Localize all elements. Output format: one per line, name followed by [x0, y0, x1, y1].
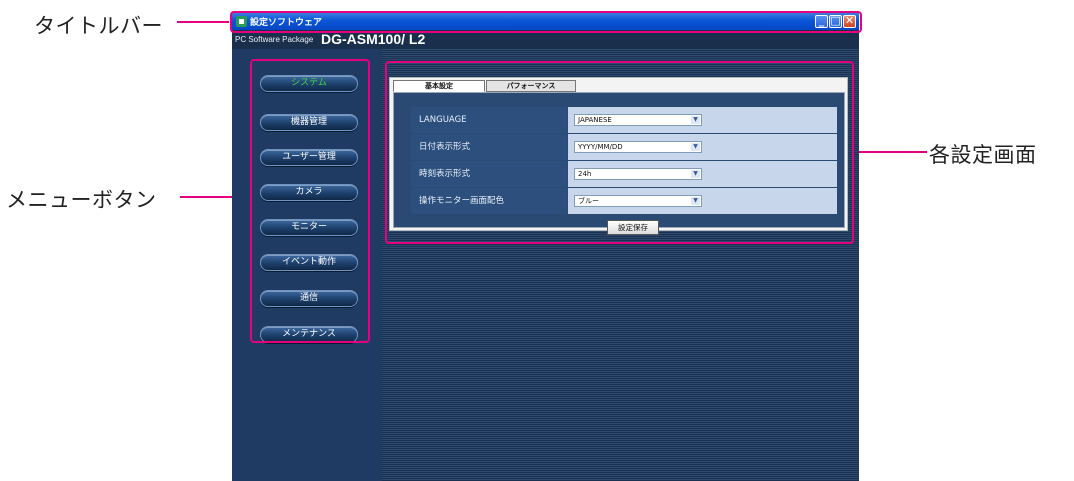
menu-button-system[interactable]: システム	[260, 75, 358, 92]
window-title: 設定ソフトウェア	[250, 18, 323, 28]
tab-basic-settings[interactable]: 基本設定	[393, 80, 485, 92]
callout-menu-buttons: メニューボタン	[6, 188, 157, 212]
annotated-screenshot: { "callouts": { "titlebar": "タイトルバー", "m…	[0, 0, 1074, 481]
setting-label: 時刻表示形式	[411, 161, 567, 187]
leader-titlebar	[177, 21, 229, 23]
chevron-down-icon: ▼	[691, 170, 700, 178]
setting-row-language: LANGUAGE JAPANESE ▼	[411, 107, 837, 133]
menu-button-event-action[interactable]: イベント動作	[260, 254, 358, 271]
menu-button-monitor[interactable]: モニター	[260, 219, 358, 236]
close-icon: ✕	[844, 14, 855, 27]
sidebar: システム 機器管理 ユーザー管理 カメラ モニター イベント動作 通信 メンテナ…	[232, 49, 382, 481]
callout-settings-screen: 各設定画面	[929, 143, 1037, 167]
app-window: 設定ソフトウェア _ □ ✕ PC Software Package DG-AS…	[232, 13, 859, 481]
chevron-down-icon: ▼	[691, 143, 700, 151]
monitor-color-select[interactable]: ブルー ▼	[574, 195, 702, 207]
setting-label: 日付表示形式	[411, 134, 567, 160]
settings-form: LANGUAGE JAPANESE ▼ 日付表示形式 YYYY/MM/DD ▼ 時刻…	[393, 92, 845, 235]
package-label: PC Software Package	[235, 35, 314, 44]
content-area: 基本設定 パフォーマンス LANGUAGE JAPANESE ▼ 日付表示形式 Y…	[382, 49, 859, 481]
maximize-icon: □	[830, 14, 841, 27]
settings-panel: 基本設定 パフォーマンス LANGUAGE JAPANESE ▼ 日付表示形式 Y…	[389, 77, 848, 235]
setting-row-time-format: 時刻表示形式 24h ▼	[411, 161, 837, 187]
minimize-icon: _	[818, 14, 825, 27]
date-format-select[interactable]: YYYY/MM/DD ▼	[574, 141, 702, 153]
setting-row-monitor-color: 操作モニター画面配色 ブルー ▼	[411, 188, 837, 214]
product-header: PC Software Package DG-ASM100/ L2	[232, 30, 859, 49]
chevron-down-icon: ▼	[691, 197, 700, 205]
menu-button-maintenance[interactable]: メンテナンス	[260, 326, 358, 343]
menu-button-device-management[interactable]: 機器管理	[260, 114, 358, 131]
chevron-down-icon: ▼	[691, 116, 700, 124]
model-name: DG-ASM100/ L2	[321, 31, 426, 47]
tab-performance[interactable]: パフォーマンス	[486, 80, 576, 92]
setting-label: 操作モニター画面配色	[411, 188, 567, 214]
menu-button-communication[interactable]: 通信	[260, 290, 358, 307]
setting-label: LANGUAGE	[411, 107, 567, 133]
callout-titlebar: タイトルバー	[34, 14, 163, 38]
maximize-button[interactable]: □	[829, 14, 842, 28]
save-settings-button[interactable]: 設定保存	[607, 220, 659, 235]
titlebar[interactable]: 設定ソフトウェア _ □ ✕	[232, 13, 859, 30]
close-button[interactable]: ✕	[843, 14, 856, 28]
language-select[interactable]: JAPANESE ▼	[574, 114, 702, 126]
app-icon	[236, 16, 247, 27]
setting-row-date-format: 日付表示形式 YYYY/MM/DD ▼	[411, 134, 837, 160]
menu-button-camera[interactable]: カメラ	[260, 184, 358, 201]
time-format-select[interactable]: 24h ▼	[574, 168, 702, 180]
minimize-button[interactable]: _	[815, 14, 828, 28]
leader-settings-screen	[853, 151, 927, 153]
menu-button-user-management[interactable]: ユーザー管理	[260, 149, 358, 166]
